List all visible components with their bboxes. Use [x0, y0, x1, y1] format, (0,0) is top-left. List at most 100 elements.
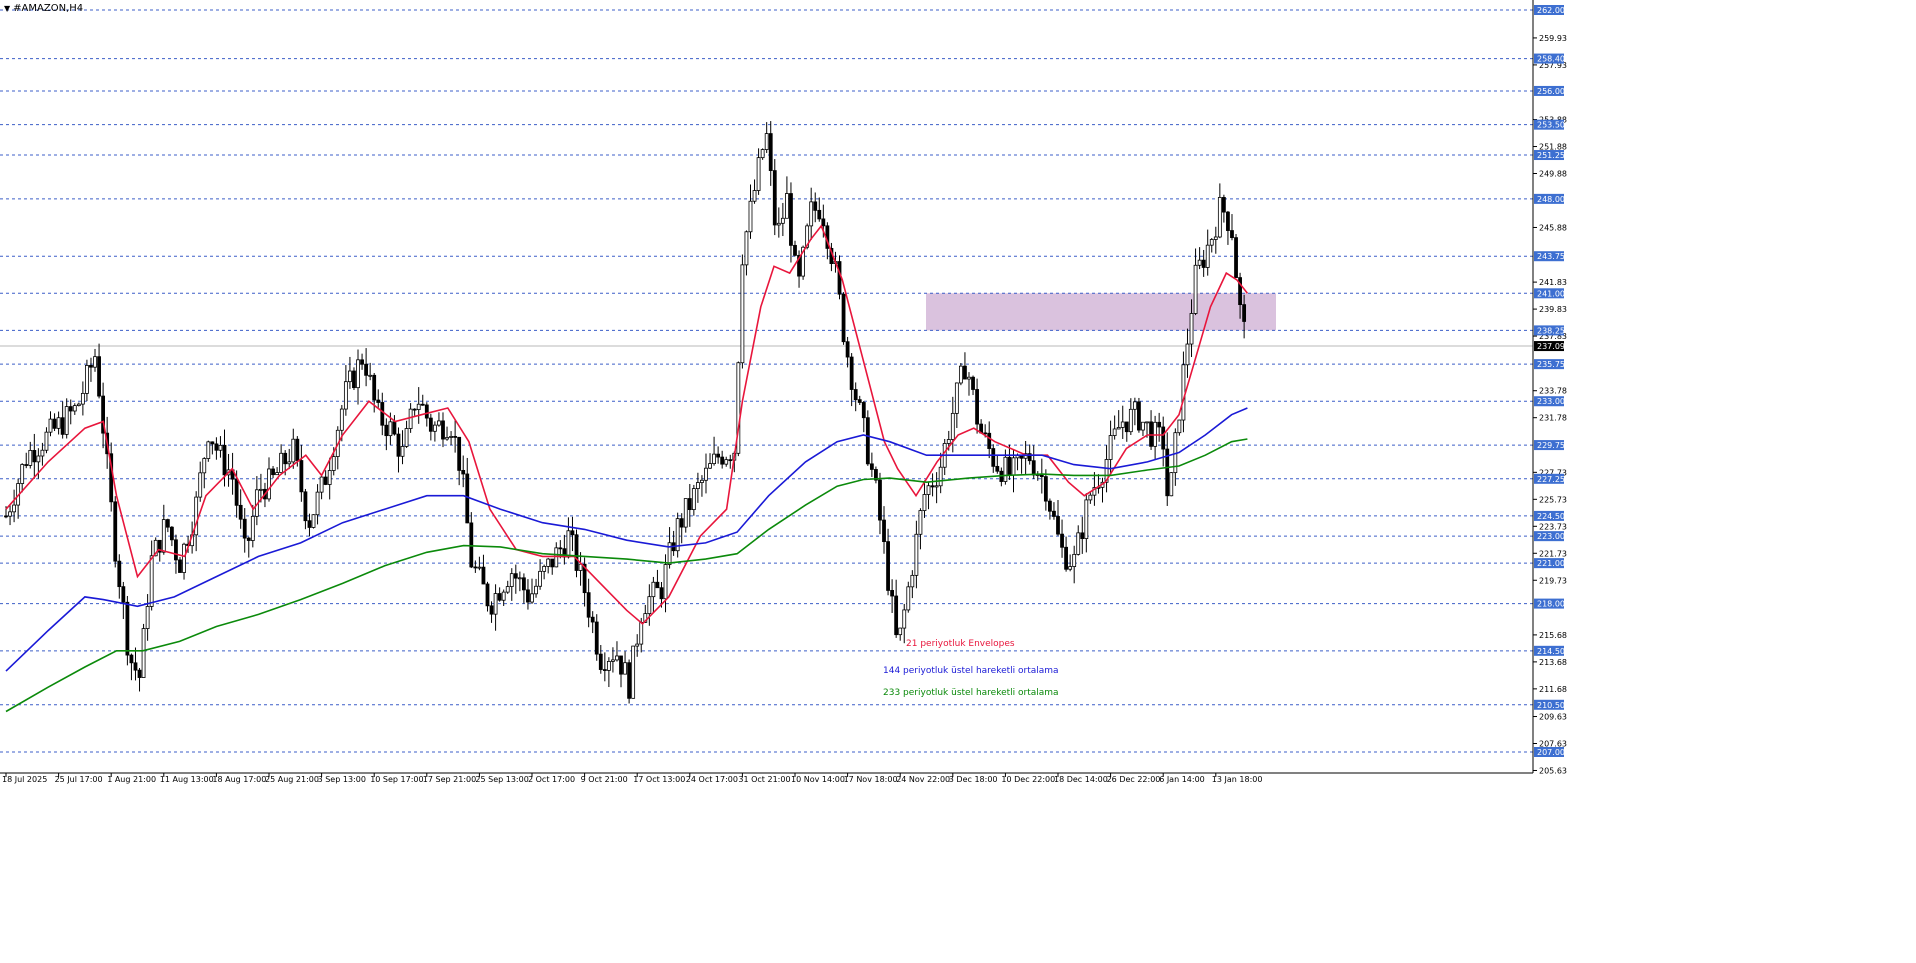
candle-body[interactable]: [513, 573, 518, 579]
candle-body[interactable]: [700, 479, 704, 483]
candle-body[interactable]: [60, 417, 65, 435]
candle-body[interactable]: [1120, 421, 1125, 428]
candle-body[interactable]: [1076, 532, 1081, 555]
candle-body[interactable]: [85, 365, 89, 394]
candle-body[interactable]: [691, 488, 696, 511]
candle-body[interactable]: [311, 514, 316, 528]
candle-body[interactable]: [659, 587, 664, 600]
candle-body[interactable]: [457, 436, 462, 471]
candle-body[interactable]: [307, 520, 312, 528]
resistance-zone[interactable]: [926, 293, 1276, 331]
candle-body[interactable]: [267, 468, 271, 500]
candle-body[interactable]: [1007, 456, 1012, 476]
candle-body[interactable]: [1124, 421, 1129, 433]
candle-body[interactable]: [222, 444, 227, 476]
candle-body[interactable]: [861, 402, 866, 419]
candle-body[interactable]: [449, 436, 453, 438]
candle-body[interactable]: [606, 661, 611, 671]
candle-body[interactable]: [161, 519, 166, 553]
candle-body[interactable]: [1201, 259, 1206, 268]
candle-body[interactable]: [635, 643, 640, 647]
candle-body[interactable]: [785, 193, 789, 219]
candle-body[interactable]: [68, 406, 73, 412]
candle-body[interactable]: [169, 526, 174, 541]
candle-body[interactable]: [542, 566, 547, 572]
candle-body[interactable]: [242, 518, 247, 539]
candle-body[interactable]: [869, 463, 874, 470]
candle-body[interactable]: [198, 472, 203, 498]
candle-body[interactable]: [744, 231, 749, 266]
candle-body[interactable]: [647, 596, 652, 615]
candle-body[interactable]: [489, 605, 494, 615]
candle-body[interactable]: [380, 402, 385, 426]
candle-body[interactable]: [4, 515, 8, 518]
candle-body[interactable]: [437, 420, 441, 426]
candle-body[interactable]: [963, 365, 967, 380]
candle-body[interactable]: [481, 566, 486, 585]
candle-body[interactable]: [1043, 476, 1048, 502]
candle-body[interactable]: [36, 455, 41, 463]
candle-body[interactable]: [789, 193, 793, 246]
candle-body[interactable]: [1108, 435, 1113, 460]
candle-body[interactable]: [56, 417, 61, 429]
candle-body[interactable]: [485, 583, 490, 607]
candle-body[interactable]: [1137, 401, 1141, 431]
candle-body[interactable]: [517, 577, 522, 580]
candle-body[interactable]: [639, 621, 644, 645]
candle-body[interactable]: [1088, 494, 1093, 501]
candle-body[interactable]: [623, 662, 627, 675]
candle-body[interactable]: [295, 438, 300, 461]
candle-body[interactable]: [655, 581, 660, 589]
candle-body[interactable]: [882, 519, 886, 543]
candle-body[interactable]: [898, 627, 903, 636]
candle-body[interactable]: [967, 376, 971, 380]
candle-body[interactable]: [853, 389, 858, 401]
candle-body[interactable]: [465, 473, 470, 524]
candle-body[interactable]: [404, 428, 409, 447]
candle-body[interactable]: [611, 659, 615, 662]
candle-body[interactable]: [24, 464, 29, 466]
candle-body[interactable]: [129, 654, 134, 664]
candle-body[interactable]: [250, 515, 255, 541]
candle-body[interactable]: [275, 472, 279, 476]
candle-body[interactable]: [64, 406, 69, 435]
candle-body[interactable]: [566, 530, 571, 558]
candle-body[interactable]: [602, 669, 607, 671]
candle-body[interactable]: [663, 564, 668, 600]
candle-body[interactable]: [764, 133, 769, 150]
candle-body[interactable]: [780, 217, 785, 224]
candle-body[interactable]: [918, 510, 923, 535]
candle-body[interactable]: [1189, 313, 1194, 345]
candle-body[interactable]: [80, 392, 85, 405]
candle-body[interactable]: [194, 496, 199, 536]
candle-body[interactable]: [356, 359, 360, 389]
candle-body[interactable]: [914, 533, 919, 576]
candle-body[interactable]: [477, 566, 482, 569]
candle-body[interactable]: [934, 485, 939, 488]
candle-body[interactable]: [493, 593, 498, 615]
candle-body[interactable]: [1052, 510, 1056, 517]
candle-body[interactable]: [149, 555, 154, 607]
candle-body[interactable]: [938, 466, 943, 487]
candle-body[interactable]: [1072, 553, 1077, 567]
candle-body[interactable]: [271, 468, 275, 476]
candle-body[interactable]: [1141, 421, 1145, 431]
candle-body[interactable]: [837, 261, 842, 295]
candle-body[interactable]: [279, 452, 284, 474]
candle-body[interactable]: [1205, 244, 1210, 268]
candle-body[interactable]: [615, 655, 619, 661]
candle-body[interactable]: [554, 547, 559, 568]
candle-body[interactable]: [1221, 197, 1226, 213]
candle-body[interactable]: [1080, 532, 1085, 540]
candle-body[interactable]: [125, 601, 130, 656]
candle-body[interactable]: [339, 408, 344, 431]
candle-body[interactable]: [1234, 237, 1238, 278]
candle-body[interactable]: [113, 501, 118, 562]
candle-body[interactable]: [708, 463, 712, 469]
candle-body[interactable]: [886, 541, 890, 591]
candle-body[interactable]: [400, 446, 405, 457]
candle-body[interactable]: [1003, 456, 1008, 482]
candle-body[interactable]: [1048, 500, 1052, 512]
candle-body[interactable]: [712, 453, 716, 465]
candle-body[interactable]: [534, 585, 538, 595]
